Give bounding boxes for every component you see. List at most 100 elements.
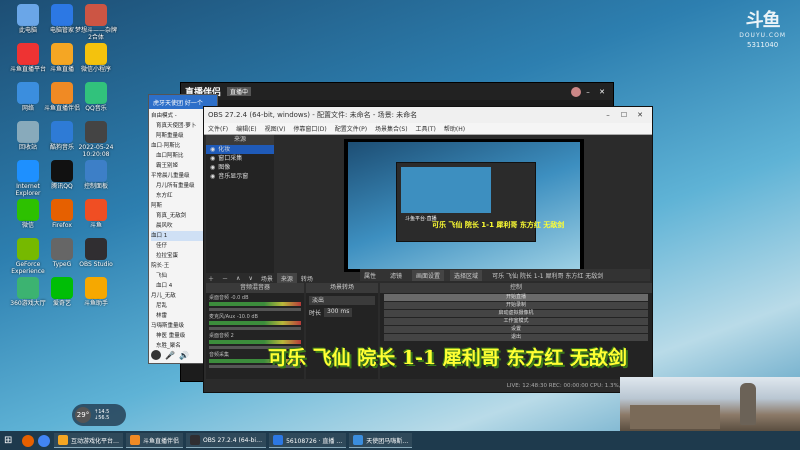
desktop-icon[interactable]: 斗鱼 [74, 199, 118, 230]
taskbar-item[interactable]: 天使团马嗨斯… [349, 433, 413, 448]
select-region-button[interactable]: 选择区域 [450, 269, 483, 281]
taskbar-item[interactable]: 斗鱼直播伴侣 [126, 433, 184, 448]
sources-panel: 来源 ◉ 化妆 ◉ 窗口采集 ◉ 图像 ◉ 音乐显示窗 [206, 135, 274, 275]
taskbar-item-label: 天使团马嗨斯… [366, 437, 409, 445]
avatar[interactable] [151, 350, 161, 360]
taskbar-item-label: 互动游戏化平台… [71, 437, 120, 445]
menu-item[interactable]: 工具(T) [416, 124, 436, 133]
taskbar-item[interactable]: OBS 27.2.4 (64-bi… [186, 433, 267, 448]
guild-window-title: 虎牙天使团 好一个 [153, 99, 203, 107]
tab-scenes[interactable]: 场景 [257, 273, 277, 284]
app-icon [85, 160, 107, 182]
volume-slider[interactable] [209, 308, 301, 311]
visibility-icon[interactable]: ◉ [210, 145, 215, 154]
app-icon [85, 121, 107, 143]
firefox-icon[interactable] [22, 434, 34, 447]
control-button[interactable]: 启动虚拟摄像机 [384, 310, 648, 317]
minimize-button[interactable]: – [600, 111, 616, 119]
obs-preview: 斗鱼平台·直播 可乐 飞仙 院长 1-1 犀利哥 东方红 无敌剑 [344, 139, 584, 272]
visibility-icon[interactable]: ◉ [210, 172, 215, 181]
screen-settings-button[interactable]: 画面设置 [412, 269, 445, 281]
desktop-icon[interactable]: QQ音乐 [74, 82, 118, 113]
add-source-button[interactable]: ＋ [204, 273, 218, 284]
desktop-icon-label: 2022-05-24 10:20:08 [78, 144, 114, 158]
app-icon [51, 121, 73, 143]
app-icon [51, 4, 73, 26]
close-button[interactable]: ✕ [595, 88, 609, 96]
control-button[interactable]: 开始直播 [384, 294, 648, 301]
app-icon [130, 435, 141, 445]
mic-icon[interactable]: 🎤 [165, 351, 175, 360]
control-button[interactable]: 退出 [384, 334, 648, 341]
menu-item[interactable]: 场景集合(S) [375, 124, 408, 133]
duration-input[interactable]: 300 ms [324, 308, 353, 317]
source-item[interactable]: ◉ 窗口采集 [206, 154, 274, 163]
desktop-icon[interactable]: 梦想斗——杂牌2合体 [74, 4, 118, 42]
tab-transitions[interactable]: 转场 [297, 273, 317, 284]
obs-title: OBS 27.2.4 (64-bit, windows) - 配置文件: 未命名… [208, 111, 418, 119]
preview-desktop: 斗鱼平台·直播 可乐 飞仙 院长 1-1 犀利哥 东方红 无敌剑 [348, 142, 580, 269]
desktop-icon[interactable]: 控制面板 [74, 160, 118, 191]
transition-select[interactable]: 淡出 [309, 296, 375, 305]
preview-obs-nested: 斗鱼平台·直播 [396, 162, 536, 242]
chrome-icon[interactable] [38, 434, 50, 447]
source-label: 音乐显示窗 [218, 173, 249, 180]
down-button[interactable]: ∨ [244, 274, 256, 283]
mixer-track-label: 桌面音频 -0.0 dB [209, 295, 249, 301]
visibility-icon[interactable]: ◉ [210, 163, 215, 172]
visibility-icon[interactable]: ◉ [210, 154, 215, 163]
app-icon [85, 43, 107, 65]
room-id: 5311040 [747, 41, 779, 49]
up-button[interactable]: ∧ [232, 274, 244, 283]
sources-list[interactable]: ◉ 化妆 ◉ 窗口采集 ◉ 图像 ◉ 音乐显示窗 [206, 145, 274, 181]
control-button[interactable]: 开始录制 [384, 302, 648, 309]
app-icon [17, 238, 39, 260]
desktop-icon-label: 斗鱼 [89, 222, 102, 229]
douyu-logo: 斗鱼 [745, 10, 781, 31]
mixer-track: 桌面音频 -0.0 dB [206, 293, 304, 312]
menu-item[interactable]: 配置文件(P) [335, 124, 367, 133]
maximize-button[interactable]: ☐ [616, 111, 632, 119]
remove-source-button[interactable]: － [218, 273, 232, 284]
app-icon [51, 43, 73, 65]
duration-label: 时长 [309, 310, 322, 317]
douyu-domain: DOUYU.COM [739, 32, 786, 39]
volume-meter [209, 321, 301, 325]
volume-icon[interactable]: 🔊 [179, 351, 189, 360]
avatar[interactable] [571, 86, 581, 97]
control-button[interactable]: 工作室模式 [384, 318, 648, 325]
tab-sources[interactable]: 来源 [276, 272, 297, 284]
menu-item[interactable]: 停靠窗口(D) [293, 124, 326, 133]
source-item[interactable]: ◉ 化妆 [206, 145, 274, 154]
mixer-track: 麦克风/Aux -10.0 dB [206, 312, 304, 331]
start-button[interactable]: ⊞ [4, 435, 18, 446]
app-icon [353, 435, 364, 445]
desktop-icon[interactable]: 微信小程序 [74, 43, 118, 74]
app-icon [17, 4, 39, 26]
menu-item[interactable]: 视图(V) [265, 124, 286, 133]
app-icon [51, 277, 73, 299]
app-icon [51, 199, 73, 221]
menu-item[interactable]: 文件(F) [208, 124, 228, 133]
taskbar-item[interactable]: 互动游戏化平台… [54, 433, 124, 448]
taskbar-items: 互动游戏化平台… 斗鱼直播伴侣 OBS 27.2.4 (64-bi… 56108726… [54, 433, 413, 448]
taskbar-item[interactable]: 56108726 · 直播 … [269, 433, 347, 448]
minimize-button[interactable]: – [581, 88, 595, 96]
desktop-icon[interactable]: 2022-05-24 10:20:08 [74, 121, 118, 159]
menu-item[interactable]: 编辑(E) [236, 124, 256, 133]
obs-top-region: 来源 ◉ 化妆 ◉ 窗口采集 ◉ 图像 ◉ 音乐显示窗 斗鱼平台·直播 可乐 飞仙 院长 1-… [204, 135, 652, 275]
properties-button[interactable]: 属性 [360, 270, 380, 281]
statue-shape [740, 383, 756, 425]
menu-item[interactable]: 帮助(H) [444, 124, 465, 133]
filters-button[interactable]: 滤镜 [386, 270, 406, 281]
desktop-icon[interactable]: OBS Studio [74, 238, 118, 269]
net-speed: ↑14.5 ↓56.5 [94, 409, 110, 421]
close-button[interactable]: ✕ [632, 111, 648, 119]
taskbar: ⊞ 互动游戏化平台… 斗鱼直播伴侣 OBS 27.2.4 (64-bi… 561087… [0, 431, 800, 450]
desktop-icon[interactable]: 斗鱼助手 [74, 277, 118, 308]
volume-slider[interactable] [209, 327, 301, 330]
source-item[interactable]: ◉ 音乐显示窗 [206, 172, 274, 181]
volume-meter [209, 302, 301, 306]
source-item[interactable]: ◉ 图像 [206, 163, 274, 172]
control-button[interactable]: 设置 [384, 326, 648, 333]
